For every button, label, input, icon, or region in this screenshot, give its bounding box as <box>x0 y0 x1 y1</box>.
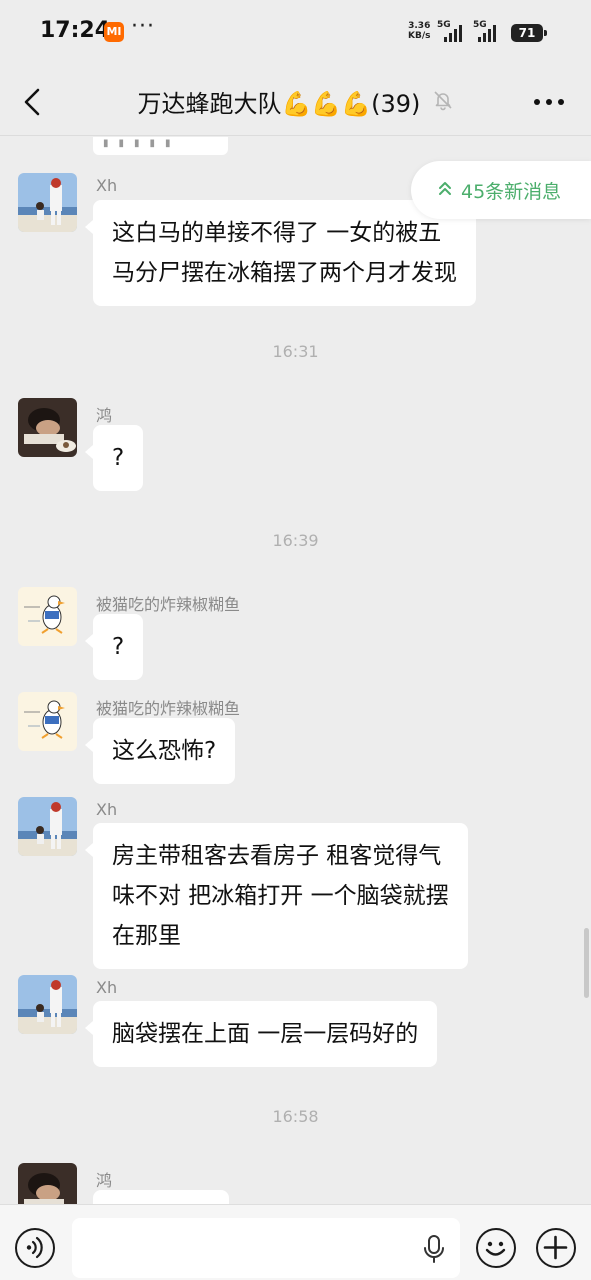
signal-2-icon <box>478 24 496 42</box>
message-bubble[interactable]: 脑袋摆在上面 一层一层码好的 <box>84 1001 438 1067</box>
voice-icon <box>26 1236 43 1259</box>
message-bubble[interactable]: 房主带租客去看房子 租客觉得气 味不对 把冰箱打开 一个脑袋就摆 在那里 <box>85 823 468 969</box>
message-line: 味不对 把冰箱打开 一个脑袋就摆 <box>112 883 449 909</box>
double-chevron-up-icon <box>439 182 451 195</box>
status-bar: 17:24 MI ··· 3.36 KB/s 5G 5G 71 <box>0 0 591 68</box>
avatar-duck[interactable] <box>18 692 77 751</box>
message-bubble[interactable]: ? <box>84 614 144 680</box>
new-messages-label: 45条新消息 <box>461 181 562 203</box>
mic-button[interactable] <box>420 1234 448 1264</box>
new-messages-button[interactable]: 45条新消息 <box>411 161 591 219</box>
mute-icon <box>432 89 454 115</box>
emoji-button[interactable] <box>476 1228 516 1268</box>
avatar-xh[interactable] <box>18 797 77 856</box>
sender-name: 鸿 <box>96 1171 113 1190</box>
network-speed: 3.36 KB/s <box>408 21 430 41</box>
network-speed-unit: KB/s <box>408 31 431 41</box>
sender-name: Xh <box>96 800 118 819</box>
sender-name: Xh <box>96 978 118 997</box>
avatar-hong[interactable] <box>18 398 77 457</box>
avatar-hong[interactable] <box>18 1163 77 1204</box>
image-message-fragment[interactable]: ▮▮▮▮▮ <box>93 137 228 155</box>
message-line: 在那里 <box>112 923 181 949</box>
avatar-duck[interactable] <box>18 587 77 646</box>
message-line: 房主带租客去看房子 租客觉得气 <box>112 843 442 869</box>
message-list[interactable]: ▮▮▮▮▮ Xh 这白马的单接不得了 一女的被五 马分尸摆在冰箱摆了两个月才发现… <box>0 137 591 1204</box>
message-bubble[interactable]: 这白马的单接不得了 一女的被五 马分尸摆在冰箱摆了两个月才发现 <box>85 200 476 306</box>
scrollbar-thumb[interactable] <box>584 928 589 998</box>
message-line: 这么恐怖? <box>112 738 217 764</box>
message-line: ? <box>112 634 125 660</box>
avatar-xh[interactable] <box>18 975 77 1034</box>
message-line: 这白马的单接不得了 一女的被五 <box>112 220 442 246</box>
message-bubble[interactable]: 这么恐怖? <box>84 718 236 784</box>
sender-name: Xh <box>96 176 118 195</box>
emoji-icon <box>485 1241 506 1256</box>
sender-name: 被猫吃的炸辣椒糊鱼 <box>96 699 241 718</box>
message-line: ? <box>112 445 125 471</box>
chat-header: 万达蜂跑大队💪💪💪(39) <box>0 68 591 136</box>
message-line: 脑袋摆在上面 一层一层码好的 <box>112 1021 419 1047</box>
plus-icon <box>543 1235 568 1260</box>
more-icon <box>534 99 564 105</box>
chat-title: 万达蜂跑大队💪💪💪(39) <box>137 90 421 118</box>
message-input[interactable] <box>72 1218 460 1278</box>
signal-1-icon <box>444 24 462 42</box>
sender-name: 鸿 <box>96 406 113 425</box>
message-line: 马分尸摆在冰箱摆了两个月才发现 <box>112 260 457 286</box>
message-bubble[interactable] <box>93 1190 229 1204</box>
status-time: 17:24 <box>40 18 111 43</box>
plus-button[interactable] <box>536 1228 576 1268</box>
input-bar <box>0 1204 591 1280</box>
network-speed-value: 3.36 <box>408 21 431 31</box>
timestamp: 16:58 <box>272 1107 319 1126</box>
chat-title-wrap: 万达蜂跑大队💪💪💪(39) <box>0 84 591 119</box>
voice-button[interactable] <box>15 1228 55 1268</box>
more-button[interactable] <box>531 90 567 114</box>
message-bubble[interactable]: ? <box>84 425 144 491</box>
mi-notification-icon: MI <box>104 22 124 42</box>
avatar-xh[interactable] <box>18 173 77 232</box>
mic-icon <box>424 1235 444 1263</box>
battery-icon: 71 <box>511 24 547 42</box>
timestamp: 16:39 <box>272 531 319 550</box>
sender-name: 被猫吃的炸辣椒糊鱼 <box>96 595 241 614</box>
more-notifications-icon: ··· <box>131 14 155 39</box>
timestamp: 16:31 <box>272 342 319 361</box>
